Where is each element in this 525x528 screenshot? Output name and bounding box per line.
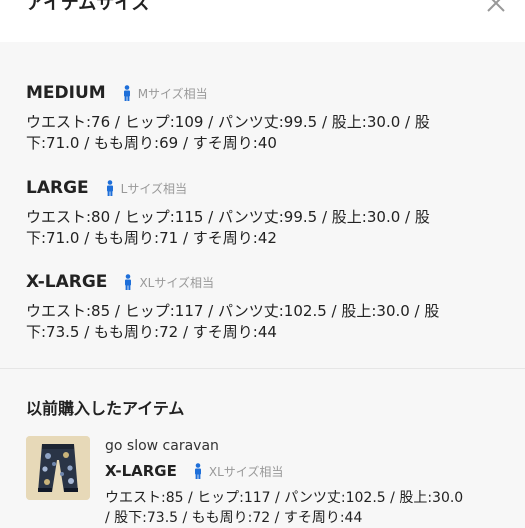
person-icon	[194, 463, 201, 479]
pants-image	[26, 436, 90, 500]
measurements: ウエスト:85 / ヒップ:117 / パンツ丈:102.5 / 股上:30.0…	[26, 302, 440, 341]
size-block-medium: MEDIUM Mサイズ相当 ウエスト:76 / ヒップ:109 / パンツ丈:9…	[26, 81, 485, 154]
person-icon	[125, 274, 132, 290]
page-title: アイテムサイズ	[26, 0, 150, 14]
size-name: X-LARGE	[26, 272, 108, 292]
size-name: LARGE	[26, 178, 89, 198]
close-icon	[487, 0, 505, 12]
size-equivalent: Lサイズ相当	[120, 181, 187, 196]
previous-purchases-section: 以前購入したアイテム go slow caravan X-LARGE XLサイズ…	[0, 369, 525, 528]
size-name: MEDIUM	[26, 83, 106, 103]
size-block-xlarge: X-LARGE XLサイズ相当 ウエスト:85 / ヒップ:117 / パンツ丈…	[26, 270, 485, 343]
previous-item-info: go slow caravan X-LARGE XLサイズ相当 ウエスト:85 …	[105, 438, 505, 528]
size-block-large: LARGE Lサイズ相当 ウエスト:80 / ヒップ:115 / パンツ丈:99…	[26, 176, 485, 249]
person-icon	[123, 85, 130, 101]
item-thumbnail[interactable]	[26, 436, 90, 500]
item-size: X-LARGE	[105, 462, 177, 480]
measurements: ウエスト:80 / ヒップ:115 / パンツ丈:99.5 / 股上:30.0 …	[26, 208, 430, 247]
person-icon	[106, 180, 113, 196]
modal-header: アイテムサイズ	[0, 0, 525, 42]
size-equivalent: Mサイズ相当	[137, 86, 208, 101]
previous-purchases-title: 以前購入したアイテム	[26, 399, 185, 418]
close-button[interactable]	[485, 0, 507, 14]
measurements: ウエスト:76 / ヒップ:109 / パンツ丈:99.5 / 股上:30.0 …	[26, 113, 430, 152]
item-brand: go slow caravan	[105, 438, 219, 454]
item-size-equivalent: XLサイズ相当	[208, 464, 284, 479]
size-equivalent: XLサイズ相当	[139, 275, 214, 290]
item-measurements: ウエスト:85 / ヒップ:117 / パンツ丈:102.5 / 股上:30.0…	[105, 490, 464, 526]
